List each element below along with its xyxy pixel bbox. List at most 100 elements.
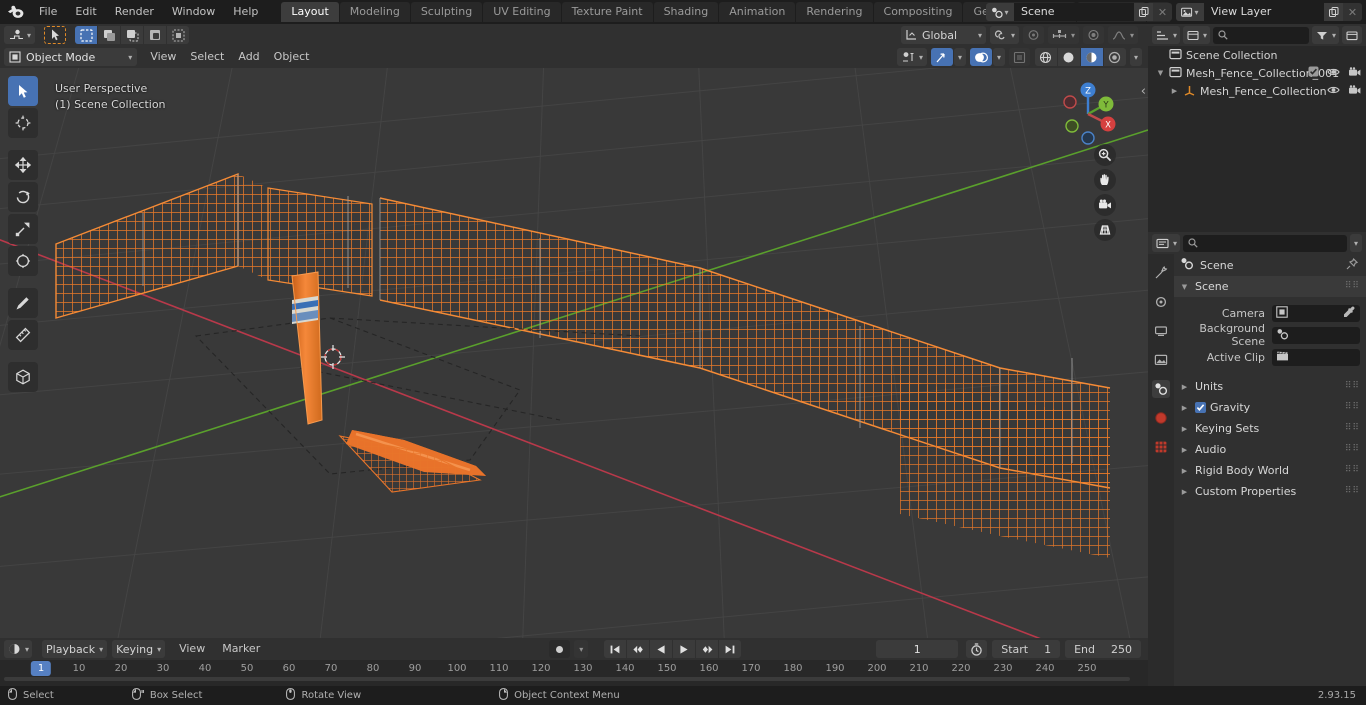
timeline-playhead[interactable]: 1 <box>30 661 52 676</box>
zoom-icon[interactable] <box>1094 144 1116 166</box>
world-tab-icon[interactable] <box>1152 409 1170 427</box>
overlays-options-dropdown[interactable]: ▾ <box>992 48 1005 66</box>
select-invert-button[interactable] <box>144 26 167 44</box>
toggle-perspective-icon[interactable] <box>1094 219 1116 241</box>
select-subtract-button[interactable] <box>121 26 144 44</box>
shading-rendered-button[interactable] <box>1103 48 1126 66</box>
delete-view-layer-button[interactable]: ✕ <box>1343 3 1362 21</box>
tab-layout[interactable]: Layout <box>281 2 339 22</box>
select-new-button[interactable] <box>75 26 98 44</box>
3d-viewport[interactable]: User Perspective (1) Scene Collection Z … <box>0 68 1148 638</box>
outliner-editor-type-selector[interactable]: ▾ <box>1152 26 1181 44</box>
menu-help[interactable]: Help <box>224 0 267 24</box>
gravity-checkbox[interactable] <box>1195 402 1206 413</box>
jump-to-end-button[interactable] <box>719 640 742 658</box>
view-layer-selector[interactable]: ▾ View Layer ✕ <box>1176 3 1362 21</box>
snap-toggle-button[interactable]: ▾ <box>989 26 1019 44</box>
panel-units-header[interactable]: ▶ Units ⠿⠿ <box>1174 376 1366 397</box>
scale-tool[interactable] <box>8 214 38 244</box>
panel-rigid-body-world-header[interactable]: ▶ Rigid Body World ⠿⠿ <box>1174 460 1366 481</box>
play-reverse-button[interactable] <box>650 640 673 658</box>
timeline-scrollbar[interactable] <box>4 677 1130 681</box>
menu-render[interactable]: Render <box>106 0 163 24</box>
use-preview-range-button[interactable] <box>966 640 988 658</box>
camera-icon[interactable] <box>1348 84 1361 98</box>
new-view-layer-button[interactable] <box>1324 3 1343 21</box>
camera-icon[interactable] <box>1348 66 1361 80</box>
outliner-row-scene-collection[interactable]: ▶ Scene Collection <box>1148 46 1366 64</box>
next-keyframe-button[interactable] <box>696 640 719 658</box>
camera-view-icon[interactable] <box>1094 194 1116 216</box>
outliner-filter-button[interactable]: ▾ <box>1311 26 1339 44</box>
auto-keying-options-dropdown[interactable]: ▾ <box>574 640 589 658</box>
outliner-search-input[interactable] <box>1213 26 1309 44</box>
tab-compositing[interactable]: Compositing <box>873 2 963 22</box>
menu-file[interactable]: File <box>30 0 66 24</box>
frame-start-field[interactable]: Start 1 <box>992 640 1061 658</box>
visibility-selector[interactable]: ▾ <box>896 48 927 66</box>
proportional-editing-button[interactable] <box>1022 26 1044 44</box>
proportional-falloff-toggle[interactable] <box>1082 26 1104 44</box>
delete-scene-button[interactable]: ✕ <box>1153 3 1172 21</box>
play-button[interactable] <box>673 640 696 658</box>
navigation-gizmo[interactable]: Z Y X <box>1050 76 1126 152</box>
panel-audio-header[interactable]: ▶ Audio ⠿⠿ <box>1174 439 1366 460</box>
playback-menu[interactable]: Playback ▾ <box>42 640 108 658</box>
tool-tab-icon[interactable] <box>1152 264 1170 282</box>
shading-solid-button[interactable] <box>1057 48 1080 66</box>
texture-tab-icon[interactable] <box>1152 438 1170 456</box>
keying-menu[interactable]: Keying ▾ <box>112 640 166 658</box>
shading-options-dropdown[interactable]: ▾ <box>1129 48 1142 66</box>
menu-window[interactable]: Window <box>163 0 224 24</box>
sidebar-collapse-arrow[interactable]: ‹ <box>1141 84 1146 99</box>
outliner-row-mesh-fence-collection[interactable]: ▶ Mesh_Fence_Collection <box>1148 82 1366 100</box>
move-tool[interactable] <box>8 150 38 180</box>
select-extend-button[interactable] <box>98 26 121 44</box>
interaction-mode-selector[interactable]: Object Mode ▾ <box>4 48 138 66</box>
view-layer-name-field[interactable]: View Layer <box>1204 3 1324 21</box>
pan-hand-icon[interactable] <box>1094 169 1116 191</box>
timeline-ruler[interactable]: 1 10 20 30 40 50 60 70 80 90 100 110 120… <box>0 660 1148 682</box>
editor-type-selector[interactable]: ▾ <box>4 26 36 44</box>
menu-edit[interactable]: Edit <box>66 0 105 24</box>
xray-toggle-button[interactable] <box>1008 48 1030 66</box>
panel-custom-properties-header[interactable]: ▶ Custom Properties ⠿⠿ <box>1174 481 1366 502</box>
tab-sculpting[interactable]: Sculpting <box>410 2 483 22</box>
scene-tab-icon[interactable] <box>1152 380 1170 398</box>
tab-rendering[interactable]: Rendering <box>796 2 873 22</box>
render-tab-icon[interactable] <box>1152 293 1170 311</box>
output-tab-icon[interactable] <box>1152 322 1170 340</box>
view-layer-tab-icon[interactable] <box>1152 351 1170 369</box>
show-overlays-button[interactable] <box>969 48 992 66</box>
background-scene-field[interactable] <box>1272 326 1360 344</box>
add-cube-tool[interactable] <box>8 362 38 392</box>
previous-keyframe-button[interactable] <box>627 640 650 658</box>
timeline-menu-view[interactable]: View <box>172 640 212 658</box>
eyedropper-icon[interactable] <box>1343 305 1355 321</box>
snap-target-selector[interactable]: ▾ <box>1047 26 1079 44</box>
tab-uv-editing[interactable]: UV Editing <box>483 2 561 22</box>
outliner-new-collection-button[interactable] <box>1342 26 1362 44</box>
properties-search-input[interactable] <box>1183 234 1347 252</box>
measure-tool[interactable] <box>8 320 38 350</box>
checkbox-icon[interactable] <box>1308 66 1319 80</box>
jump-to-start-button[interactable] <box>604 640 627 658</box>
tab-animation[interactable]: Animation <box>719 2 796 22</box>
outliner-display-mode-selector[interactable]: ▾ <box>1183 26 1211 44</box>
falloff-curve-selector[interactable]: ▾ <box>1107 26 1138 44</box>
scene-name-field[interactable]: Scene <box>1014 3 1134 21</box>
viewport-menu-object[interactable]: Object <box>267 48 317 66</box>
annotate-tool[interactable] <box>8 288 38 318</box>
gizmo-options-dropdown[interactable]: ▾ <box>953 48 966 66</box>
frame-end-field[interactable]: End 250 <box>1065 640 1141 658</box>
camera-field[interactable] <box>1272 304 1360 322</box>
outliner-row-mesh-fence-collection-001[interactable]: ▼ Mesh_Fence_Collection_001 <box>1148 64 1366 82</box>
eye-icon[interactable] <box>1327 85 1340 98</box>
scene-selector[interactable]: ▾ Scene ✕ <box>986 3 1172 21</box>
transform-tool[interactable] <box>8 246 38 276</box>
tweak-tool-button[interactable] <box>44 26 67 44</box>
show-gizmo-button[interactable] <box>930 48 953 66</box>
viewport-menu-select[interactable]: Select <box>183 48 231 66</box>
viewport-menu-view[interactable]: View <box>143 48 183 66</box>
new-scene-button[interactable] <box>1134 3 1153 21</box>
